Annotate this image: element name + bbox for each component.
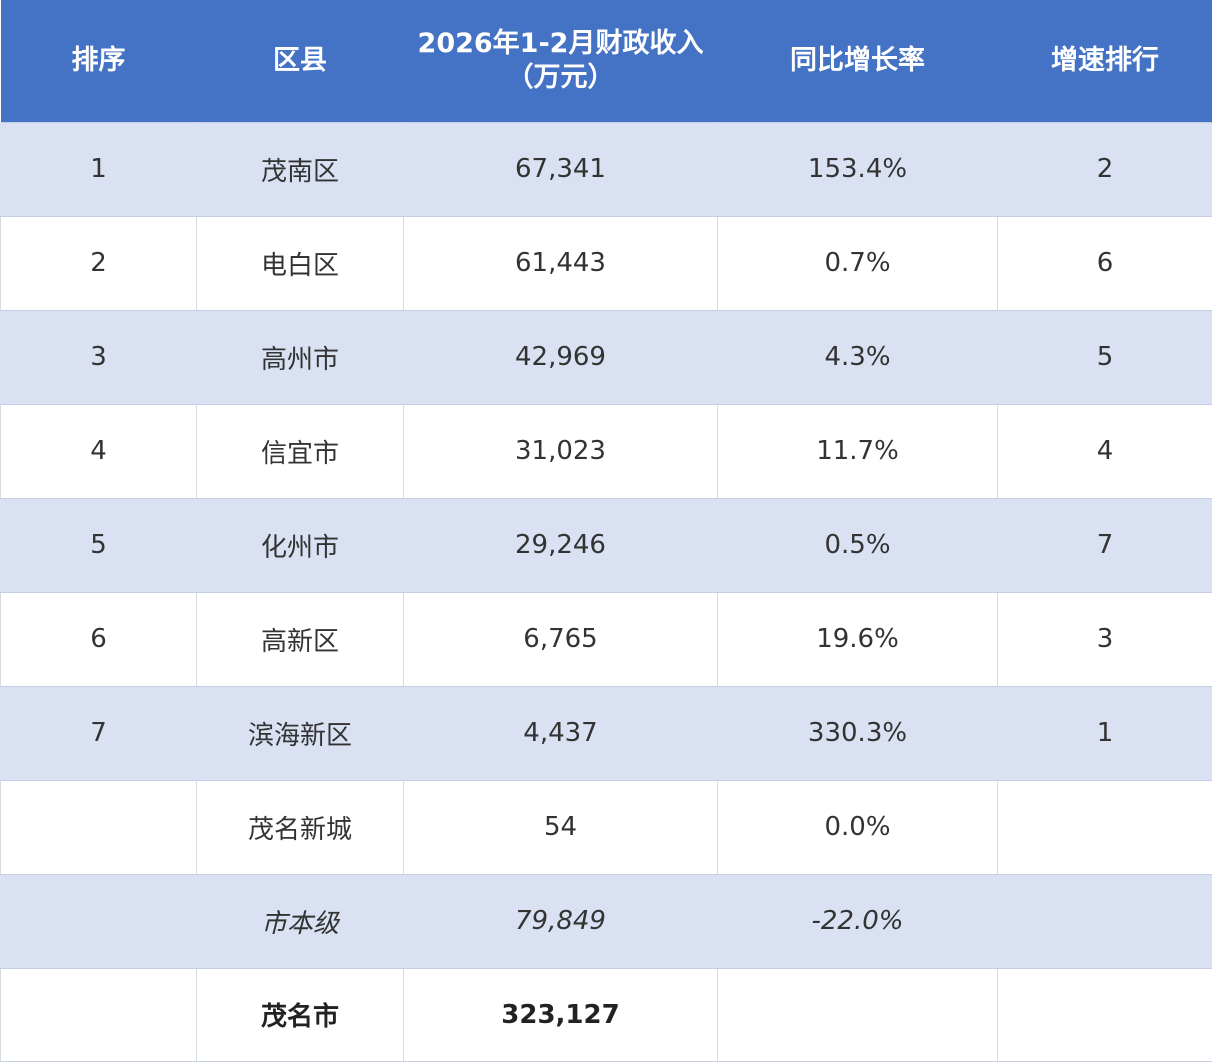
cell-growth: 0.5% <box>717 497 998 593</box>
cell-growth-rank: 4 <box>997 403 1212 499</box>
table-row: 3 高州市 42,969 4.3% 5 <box>0 309 1212 405</box>
table-row: 6 高新区 6,765 19.6% 3 <box>0 591 1212 687</box>
cell-district: 高新区 <box>196 591 404 687</box>
cell-revenue: 42,969 <box>403 309 718 405</box>
cell-district: 市本级 <box>196 873 404 969</box>
cell-growth: 19.6% <box>717 591 998 687</box>
cell-district: 滨海新区 <box>196 685 404 781</box>
fiscal-revenue-table: 排序 区县 2026年1-2月财政收入 （万元） 同比增长率 增速排行 1 茂南… <box>0 0 1212 1062</box>
cell-revenue: 61,443 <box>403 215 718 311</box>
cell-growth <box>717 967 998 1062</box>
cell-growth: 11.7% <box>717 403 998 499</box>
cell-rank: 6 <box>0 591 197 687</box>
table-row: 1 茂南区 67,341 153.4% 2 <box>0 121 1212 217</box>
table-row: 5 化州市 29,246 0.5% 7 <box>0 497 1212 593</box>
header-row: 排序 区县 2026年1-2月财政收入 （万元） 同比增长率 增速排行 <box>0 0 1212 122</box>
cell-growth-rank: 1 <box>997 685 1212 781</box>
cell-rank <box>0 873 197 969</box>
cell-revenue: 79,849 <box>403 873 718 969</box>
cell-revenue: 323,127 <box>403 967 718 1062</box>
cell-growth: 0.0% <box>717 779 998 875</box>
header-revenue: 2026年1-2月财政收入 （万元） <box>403 0 718 122</box>
cell-rank: 3 <box>0 309 197 405</box>
cell-growth-rank: 5 <box>997 309 1212 405</box>
cell-rank <box>0 779 197 875</box>
cell-growth-rank <box>997 779 1212 875</box>
table-row: 4 信宜市 31,023 11.7% 4 <box>0 403 1212 499</box>
cell-growth-rank: 3 <box>997 591 1212 687</box>
cell-growth: -22.0% <box>717 873 998 969</box>
cell-district: 化州市 <box>196 497 404 593</box>
cell-district: 茂名新城 <box>196 779 404 875</box>
table-row: 7 滨海新区 4,437 330.3% 1 <box>0 685 1212 781</box>
cell-growth: 0.7% <box>717 215 998 311</box>
table-row: 2 电白区 61,443 0.7% 6 <box>0 215 1212 311</box>
cell-revenue: 54 <box>403 779 718 875</box>
cell-district: 高州市 <box>196 309 404 405</box>
cell-district: 茂名市 <box>196 967 404 1062</box>
header-rank: 排序 <box>0 0 197 122</box>
table-row: 茂名新城 54 0.0% <box>0 779 1212 875</box>
header-revenue-line2: （万元） <box>506 61 615 93</box>
cell-rank: 4 <box>0 403 197 499</box>
cell-growth-rank: 6 <box>997 215 1212 311</box>
cell-growth: 4.3% <box>717 309 998 405</box>
cell-rank <box>0 967 197 1062</box>
header-district: 区县 <box>196 0 404 122</box>
cell-district: 电白区 <box>196 215 404 311</box>
cell-growth-rank: 2 <box>997 121 1212 217</box>
cell-revenue: 29,246 <box>403 497 718 593</box>
header-growth-rank: 增速排行 <box>997 0 1212 122</box>
cell-revenue: 4,437 <box>403 685 718 781</box>
cell-rank: 2 <box>0 215 197 311</box>
cell-district: 信宜市 <box>196 403 404 499</box>
cell-growth-rank <box>997 967 1212 1062</box>
cell-rank: 5 <box>0 497 197 593</box>
header-growth: 同比增长率 <box>717 0 998 122</box>
cell-growth-rank <box>997 873 1212 969</box>
header-revenue-line1: 2026年1-2月财政收入 <box>417 27 704 59</box>
cell-growth: 330.3% <box>717 685 998 781</box>
cell-revenue: 6,765 <box>403 591 718 687</box>
cell-revenue: 67,341 <box>403 121 718 217</box>
cell-rank: 7 <box>0 685 197 781</box>
cell-revenue: 31,023 <box>403 403 718 499</box>
cell-growth-rank: 7 <box>997 497 1212 593</box>
table-row-city-level: 市本级 79,849 -22.0% <box>0 873 1212 969</box>
cell-district: 茂南区 <box>196 121 404 217</box>
table-row-total: 茂名市 323,127 <box>0 967 1212 1062</box>
cell-growth: 153.4% <box>717 121 998 217</box>
fiscal-revenue-table-container: 排序 区县 2026年1-2月财政收入 （万元） 同比增长率 增速排行 1 茂南… <box>0 0 1212 1062</box>
cell-rank: 1 <box>0 121 197 217</box>
